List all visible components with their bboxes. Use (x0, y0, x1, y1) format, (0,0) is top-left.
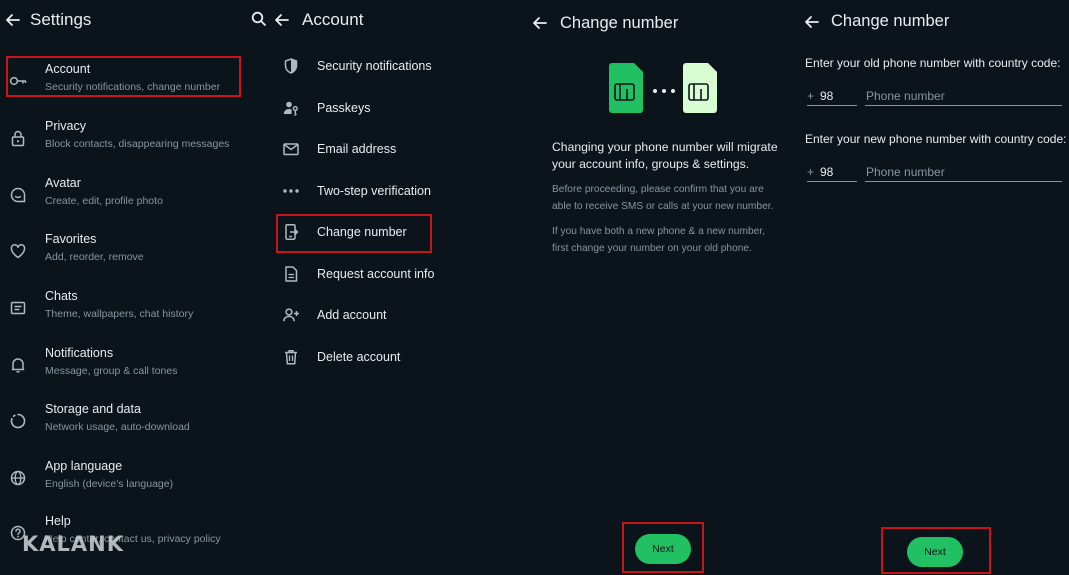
settings-item-subtitle: Block contacts, disappearing messages (45, 138, 230, 150)
account-item-request-account-info[interactable]: Request account info (274, 254, 521, 294)
settings-item-avatar[interactable]: Avatar Create, edit, profile photo (0, 171, 244, 221)
shield-icon (281, 56, 301, 76)
account-item-label: Two-step verification (317, 184, 431, 198)
back-arrow-icon[interactable] (802, 12, 822, 32)
account-item-delete-account[interactable]: Delete account (274, 337, 521, 377)
settings-screen: Settings Account Security notifications,… (0, 0, 244, 575)
settings-item-subtitle: Network usage, auto-download (45, 421, 190, 433)
settings-item-title: Avatar (45, 176, 81, 190)
sim-transfer-illustration (607, 63, 723, 113)
change-number-form-screen: Change number Enter your old phone numbe… (795, 0, 1069, 575)
chat-icon (8, 298, 28, 318)
watermark-logo: KALANK (22, 532, 125, 556)
old-country-code-field[interactable]: + 98 (807, 88, 857, 106)
sim-card-icon (609, 63, 717, 113)
settings-item-title: Favorites (45, 232, 97, 246)
old-phone-number-input[interactable]: Phone number (865, 88, 1062, 106)
new-number-label: Enter your new phone number with country… (805, 132, 1067, 146)
storage-icon (8, 411, 28, 431)
settings-item-storage[interactable]: Storage and data Network usage, auto-dow… (0, 397, 244, 447)
phone-number-placeholder: Phone number (866, 89, 945, 103)
mail-icon (281, 139, 301, 159)
dots-icon (281, 181, 301, 201)
migration-explanation: Changing your phone number will migrate … (552, 140, 778, 171)
account-screen: Account Security notifications Passkeys … (244, 0, 521, 575)
highlight-box (6, 56, 241, 97)
settings-item-app-language[interactable]: App language English (device's language) (0, 454, 244, 504)
highlight-box (622, 522, 704, 573)
settings-item-title: Chats (45, 289, 78, 303)
new-phone-number-input[interactable]: Phone number (865, 164, 1062, 182)
change-number-header: Change number (521, 0, 795, 42)
lock-icon (8, 128, 28, 148)
account-item-two-step-verification[interactable]: Two-step verification (274, 171, 521, 211)
settings-item-title: App language (45, 459, 123, 473)
confirmation-note: Before proceeding, please confirm that y… (552, 184, 774, 212)
settings-item-title: Notifications (45, 346, 114, 360)
account-item-label: Request account info (317, 267, 435, 281)
settings-item-title: Storage and data (45, 402, 141, 416)
page-title: Change number (831, 12, 950, 30)
back-arrow-icon[interactable] (272, 10, 292, 30)
country-code-value: 98 (820, 89, 834, 103)
add-person-icon (281, 305, 301, 325)
passkey-icon (281, 98, 301, 118)
plus-sign: + (807, 89, 815, 103)
settings-item-notifications[interactable]: Notifications Message, group & call tone… (0, 341, 244, 391)
settings-item-subtitle: Message, group & call tones (45, 365, 178, 377)
new-country-code-field[interactable]: + 98 (807, 164, 857, 182)
settings-item-subtitle: Add, reorder, remove (45, 251, 144, 263)
plus-sign: + (807, 165, 815, 179)
account-header: Account (244, 0, 521, 42)
settings-item-subtitle: Theme, wallpapers, chat history (45, 308, 194, 320)
old-phone-note: If you have both a new phone & a new num… (552, 226, 765, 254)
account-item-label: Delete account (317, 350, 401, 364)
back-arrow-icon[interactable] (3, 10, 23, 30)
heart-icon (8, 241, 28, 261)
settings-item-subtitle: English (device's language) (45, 478, 174, 490)
account-item-label: Add account (317, 308, 387, 322)
settings-item-subtitle: Create, edit, profile photo (45, 195, 163, 207)
avatar-icon (8, 185, 28, 205)
back-arrow-icon[interactable] (530, 13, 550, 33)
page-title: Change number (560, 14, 679, 32)
account-item-label: Security notifications (317, 59, 432, 73)
old-number-label: Enter your old phone number with country… (805, 56, 1061, 70)
phone-number-placeholder: Phone number (866, 165, 945, 179)
settings-header: Settings (0, 0, 244, 42)
account-item-email-address[interactable]: Email address (274, 129, 521, 169)
document-icon (281, 264, 301, 284)
change-number-intro-screen: Change number Changing your phone number… (521, 0, 795, 575)
search-icon[interactable] (250, 10, 268, 28)
account-item-label: Passkeys (317, 101, 371, 115)
page-title: Settings (30, 10, 92, 29)
highlight-box (881, 527, 991, 574)
settings-item-title: Privacy (45, 119, 86, 133)
settings-item-favorites[interactable]: Favorites Add, reorder, remove (0, 227, 244, 277)
account-item-security-notifications[interactable]: Security notifications (274, 46, 521, 86)
trash-icon (281, 347, 301, 367)
highlight-box (276, 214, 432, 253)
account-item-passkeys[interactable]: Passkeys (274, 88, 521, 128)
change-number-header: Change number (795, 0, 1069, 42)
account-item-add-account[interactable]: Add account (274, 295, 521, 335)
account-item-label: Email address (317, 142, 397, 156)
country-code-value: 98 (820, 165, 834, 179)
globe-icon (8, 468, 28, 488)
settings-item-title: Help (45, 514, 71, 528)
settings-item-privacy[interactable]: Privacy Block contacts, disappearing mes… (0, 114, 244, 164)
bell-icon (8, 355, 28, 375)
page-title: Account (302, 10, 364, 29)
settings-item-chats[interactable]: Chats Theme, wallpapers, chat history (0, 284, 244, 334)
